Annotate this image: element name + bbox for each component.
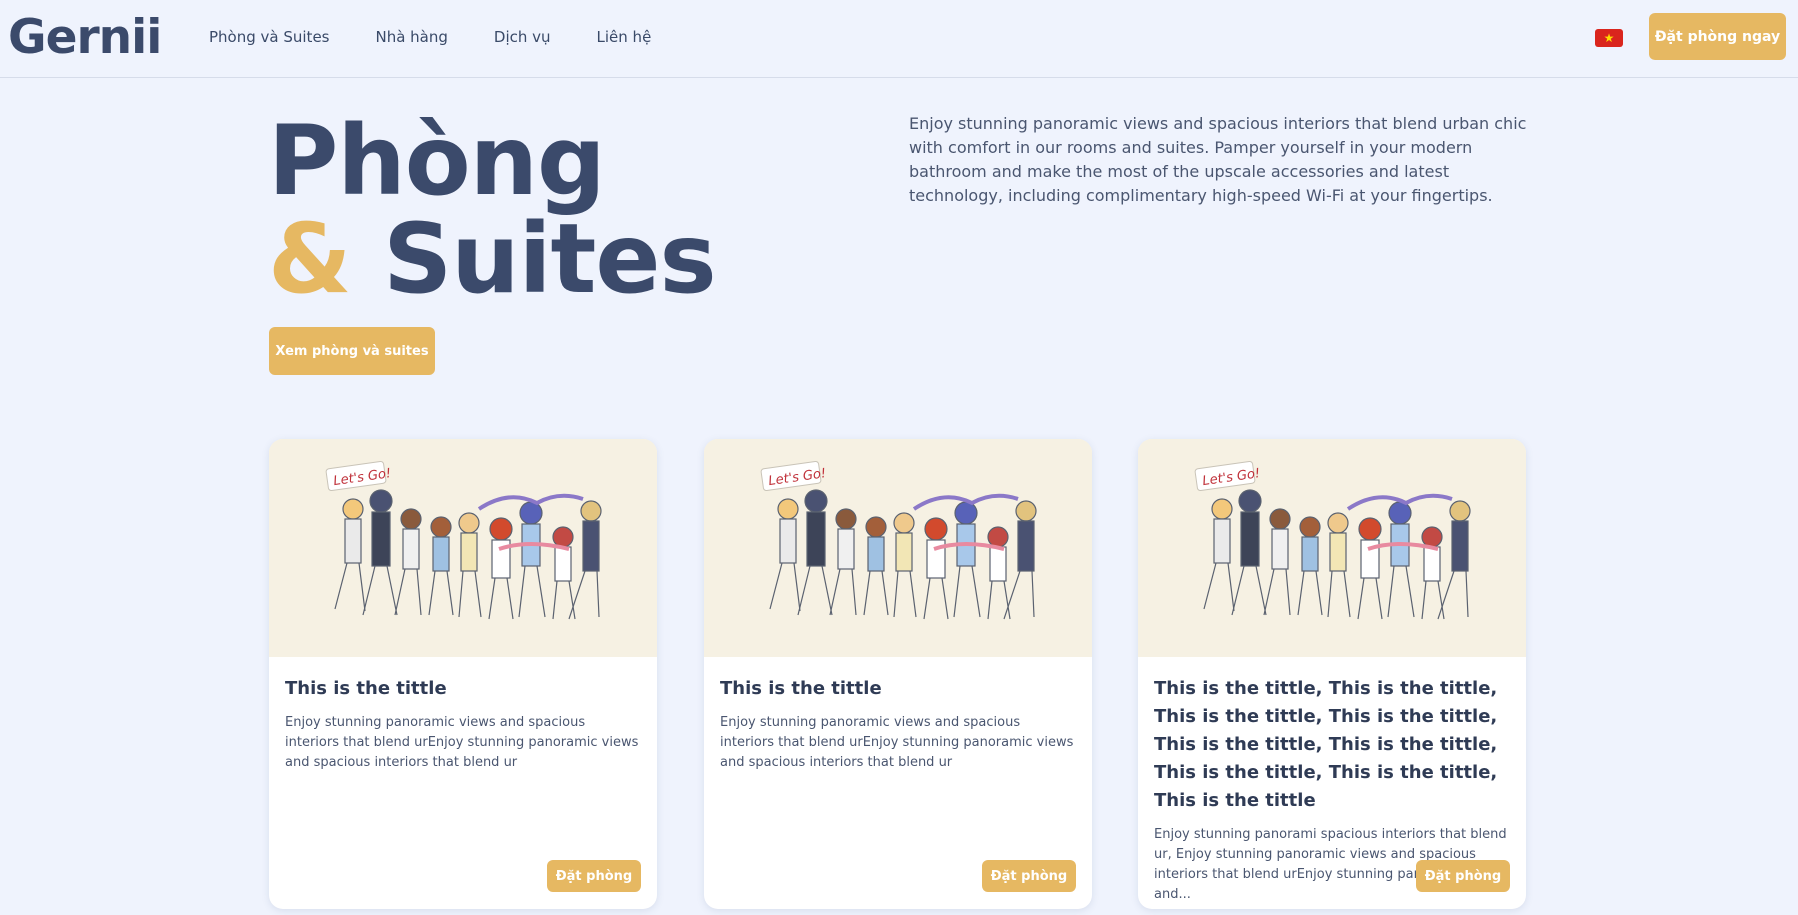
book-room-button[interactable]: Đặt phòng [547,860,641,892]
title-line-2: & Suites [268,210,717,308]
card-description: Enjoy stunning panoramic views and spaci… [720,715,1074,770]
card-image[interactable]: Let's Go! [269,439,657,657]
hero-description: Enjoy stunning panoramic views and spaci… [909,114,1527,205]
book-now-button[interactable]: Đặt phòng ngay [1649,13,1786,60]
nav-rooms-suites[interactable]: Phòng và Suites [209,28,329,46]
site-header: Gernii Phòng và Suites Nhà hàng Dịch vụ … [0,0,1798,78]
book-room-button[interactable]: Đặt phòng [1416,860,1510,892]
book-room-button[interactable]: Đặt phòng [982,860,1076,892]
card-title[interactable]: This is the tittle, This is the tittle, … [1154,675,1510,815]
title-suites: Suites [383,203,717,315]
site-logo[interactable]: Gernii [8,10,162,65]
vietnam-flag-icon[interactable]: ★ [1595,29,1623,47]
title-line-1: Phòng [268,105,606,217]
anime-group-illustration: Let's Go! [269,439,657,657]
card-title[interactable]: This is the tittle [285,675,641,703]
card-title[interactable]: This is the tittle [720,675,1076,703]
card-body: This is the tittle Enjoy stunning panora… [704,657,1092,773]
page-title: Phòng & Suites [268,105,717,308]
room-card: Let's Go! This is the tittle Enjoy stunn… [269,439,657,909]
main-nav: Phòng và Suites Nhà hàng Dịch vụ Liên hệ [209,28,697,46]
card-image[interactable]: Let's Go! [1138,439,1526,657]
view-rooms-button[interactable]: Xem phòng và suites [269,327,435,375]
nav-contact[interactable]: Liên hệ [597,28,652,46]
title-ampersand: & [268,203,352,315]
card-body: This is the tittle Enjoy stunning panora… [269,657,657,773]
anime-group-illustration: Let's Go! [1138,439,1526,657]
anime-group-illustration: Let's Go! [704,439,1092,657]
nav-restaurant[interactable]: Nhà hàng [375,28,447,46]
nav-services[interactable]: Dịch vụ [494,28,551,46]
card-description: Enjoy stunning panoramic views and spaci… [285,715,639,770]
card-image[interactable]: Let's Go! [704,439,1092,657]
room-card: Let's Go! This is the tittle Enjoy stunn… [704,439,1092,909]
room-card: Let's Go! This is the tittle, This is th… [1138,439,1526,909]
